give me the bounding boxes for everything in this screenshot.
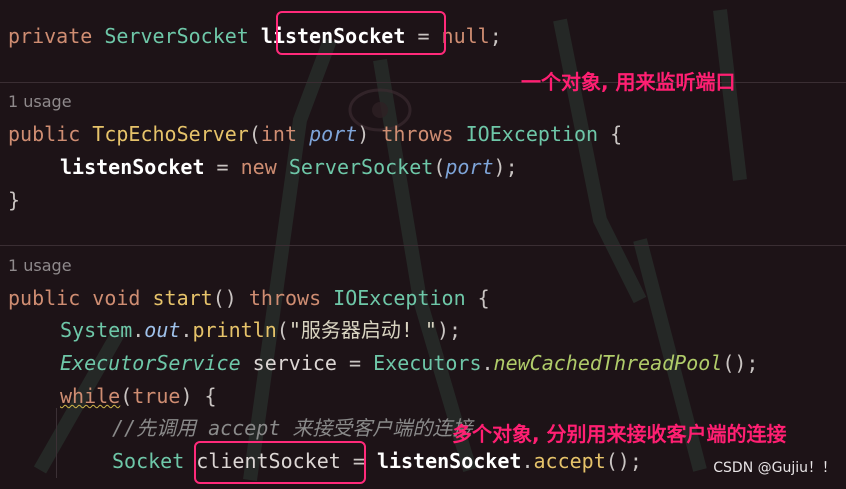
code-line-executor[interactable]: ExecutorService service = Executors.newC… bbox=[8, 348, 758, 378]
type-socket: Socket bbox=[112, 449, 185, 473]
type-ioexception: IOException bbox=[465, 122, 599, 146]
code-line-while[interactable]: while(true) { bbox=[8, 381, 217, 411]
method-accept: accept bbox=[533, 449, 606, 473]
brace-open: { bbox=[477, 286, 490, 310]
highlight-box-clientsocket bbox=[194, 441, 366, 484]
keyword-throws: throws bbox=[381, 122, 454, 146]
keyword-true: true bbox=[132, 384, 181, 408]
keyword-int: int bbox=[260, 122, 298, 146]
annotation-clients: 多个对象, 分别用来接收客户端的连接 bbox=[452, 422, 787, 446]
dot: . bbox=[521, 449, 534, 473]
type-executorservice: ExecutorService bbox=[60, 351, 241, 375]
paren-close: ) bbox=[180, 384, 193, 408]
keyword-void: void bbox=[92, 286, 141, 310]
var-service: service bbox=[252, 351, 337, 375]
operator-equals: = bbox=[216, 155, 229, 179]
keyword-new: new bbox=[240, 155, 277, 179]
dot: . bbox=[481, 351, 494, 375]
paren-open: ( bbox=[276, 318, 289, 342]
class-executors: Executors bbox=[373, 351, 482, 375]
code-line-assign[interactable]: listenSocket = new ServerSocket(port); bbox=[8, 152, 518, 182]
field-listensocket: listenSocket bbox=[60, 155, 205, 179]
string-literal: "服务器启动! " bbox=[288, 318, 437, 342]
param-port: port bbox=[309, 122, 358, 146]
keyword-private: private bbox=[8, 24, 93, 48]
keyword-public: public bbox=[8, 286, 81, 310]
dot: . bbox=[132, 318, 145, 342]
code-line-constructor[interactable]: public TcpEchoServer(int port) throws IO… bbox=[8, 119, 622, 149]
operator-equals: = bbox=[349, 351, 362, 375]
type-serversocket: ServerSocket bbox=[288, 155, 434, 179]
annotation-listen: 一个对象, 用来监听端口 bbox=[521, 70, 736, 94]
statement-end: ); bbox=[493, 155, 518, 179]
code-line-start-method[interactable]: public void start() throws IOException { bbox=[8, 283, 490, 313]
type-ioexception: IOException bbox=[333, 286, 466, 310]
code-line-close-brace[interactable]: } bbox=[8, 185, 20, 215]
constructor-name: TcpEchoServer bbox=[92, 122, 249, 146]
field-listensocket: listenSocket bbox=[376, 449, 522, 473]
statement-end: (); bbox=[722, 351, 759, 375]
param-port: port bbox=[445, 155, 494, 179]
dot: . bbox=[180, 318, 193, 342]
method-start: start bbox=[152, 286, 213, 310]
highlight-box-listensocket bbox=[276, 11, 446, 55]
usage-hint[interactable]: 1 usage bbox=[8, 254, 72, 278]
code-line-comment[interactable]: //先调用 accept 来接受客户端的连接 bbox=[8, 413, 472, 443]
class-system: System bbox=[60, 318, 133, 342]
brace-open: { bbox=[610, 122, 623, 146]
code-line-println[interactable]: System.out.println("服务器启动! "); bbox=[8, 315, 461, 345]
method-separator bbox=[0, 245, 846, 246]
watermark: CSDN @Gujiu！！ bbox=[713, 460, 836, 476]
semicolon: ; bbox=[489, 24, 502, 48]
method-println: println bbox=[192, 318, 277, 342]
paren-open: ( bbox=[433, 155, 446, 179]
method-newcachedthreadpool: newCachedThreadPool bbox=[493, 351, 723, 375]
paren-close: ) bbox=[357, 122, 370, 146]
type-serversocket: ServerSocket bbox=[104, 24, 249, 48]
brace-open: { bbox=[204, 384, 217, 408]
parens: () bbox=[212, 286, 237, 310]
paren-open: ( bbox=[248, 122, 261, 146]
comment-text: //先调用 accept 来接受客户端的连接 bbox=[112, 416, 473, 440]
brace-close: } bbox=[8, 188, 21, 212]
statement-end: (); bbox=[605, 449, 642, 473]
keyword-while: while bbox=[60, 384, 121, 408]
keyword-null: null bbox=[441, 24, 490, 48]
usage-hint[interactable]: 1 usage bbox=[8, 90, 72, 114]
keyword-public: public bbox=[8, 122, 81, 146]
statement-end: ); bbox=[436, 318, 462, 342]
paren-open: ( bbox=[120, 384, 133, 408]
keyword-throws: throws bbox=[248, 286, 322, 310]
field-out: out bbox=[144, 318, 181, 342]
